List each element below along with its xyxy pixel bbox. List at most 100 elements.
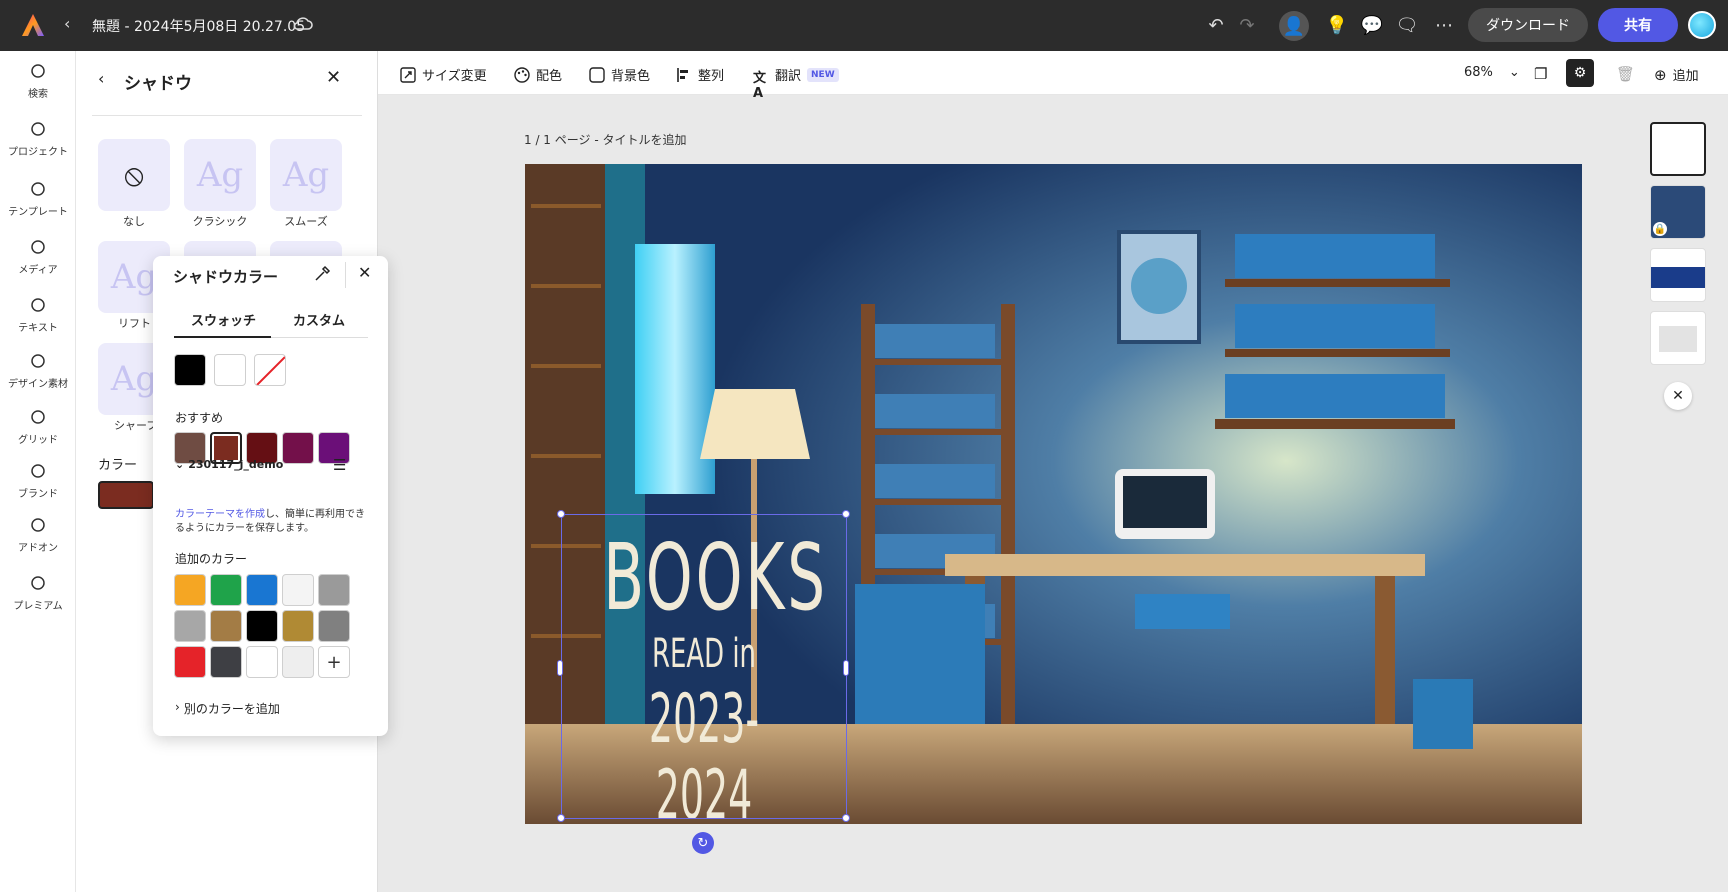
thumbnail[interactable] xyxy=(1650,122,1706,176)
extra-color-swatch[interactable] xyxy=(318,610,350,642)
shadow-smooth-tile[interactable]: Ag xyxy=(270,139,342,211)
shadow-none-tile[interactable]: ⦸ xyxy=(98,139,170,211)
popover-close-icon[interactable]: ✕ xyxy=(358,263,371,282)
resize-handle[interactable] xyxy=(557,660,563,676)
rail-item-search[interactable]: 検索 xyxy=(0,61,76,100)
top-bar: ‹ 無題 - 2024年5月08日 20.27.05 ↶ ↷ 👤 💡 💬 🗨 ⋯… xyxy=(0,0,1728,51)
rail-item-grid[interactable]: グリッド xyxy=(0,407,76,446)
add-page-button[interactable]: ⊕ 追加 xyxy=(1654,65,1699,85)
addon-icon xyxy=(28,515,48,535)
recommended-swatch[interactable] xyxy=(282,432,314,464)
rail-item-addon[interactable]: アドオン xyxy=(0,515,76,554)
extra-color-swatch[interactable] xyxy=(174,574,206,606)
background-color-button[interactable]: 背景色 xyxy=(589,65,650,84)
redo-icon[interactable]: ↷ xyxy=(1235,13,1259,37)
folder-icon xyxy=(28,119,48,139)
create-color-theme-link[interactable]: カラーテーマを作成 xyxy=(175,509,265,520)
rail-item-label: プロジェクト xyxy=(8,147,68,158)
editor-toolbar: サイズ変更 配色 背景色 整列 文A 翻訳 NEW 68% ⌄ ❐ ⚙ 🗑 ⊕ … xyxy=(378,51,1728,101)
theme-header[interactable]: ⌄ 230117_j_demo xyxy=(175,458,283,471)
rail-item-template[interactable]: テンプレート xyxy=(0,179,76,218)
extra-color-swatch[interactable] xyxy=(210,610,242,642)
rail-item-label: デザイン素材 xyxy=(8,379,68,390)
swatch-white[interactable] xyxy=(214,354,246,386)
undo-icon[interactable]: ↶ xyxy=(1204,13,1228,37)
rail-item-label: メディア xyxy=(18,265,58,276)
tab-swatch[interactable]: スウォッチ xyxy=(191,310,256,329)
arrange-icon[interactable]: ⚙ xyxy=(1566,59,1594,87)
align-button[interactable]: 整列 xyxy=(676,65,724,84)
more-options-icon[interactable]: ⋯ xyxy=(1432,13,1456,37)
rail-item-label: ブランド xyxy=(18,489,58,500)
adobe-express-logo-icon[interactable] xyxy=(20,12,46,38)
crown-icon xyxy=(28,573,48,593)
thumbnail[interactable]: 🔒 xyxy=(1650,185,1706,239)
template-icon xyxy=(28,179,48,199)
lightbulb-icon[interactable]: 💡 xyxy=(1325,13,1349,37)
list-menu-icon[interactable]: ☰ xyxy=(333,456,346,474)
extra-color-swatch[interactable] xyxy=(174,646,206,678)
page-label[interactable]: 1 / 1 ページ - タイトルを追加 xyxy=(524,131,686,148)
close-thumbnails-icon[interactable]: ✕ xyxy=(1664,382,1692,410)
rail-item-text[interactable]: テキスト xyxy=(0,295,76,334)
rail-item-label: アドオン xyxy=(18,543,58,554)
colors-button[interactable]: 配色 xyxy=(514,65,562,84)
rotate-icon[interactable]: ↻ xyxy=(692,832,714,854)
layers-icon[interactable]: ❐ xyxy=(1534,65,1547,83)
rail-item-shapes[interactable]: デザイン素材 xyxy=(0,351,76,390)
comment-icon[interactable]: 💬 xyxy=(1360,13,1384,37)
resize-button[interactable]: サイズ変更 xyxy=(400,65,487,84)
popover-title: シャドウカラー xyxy=(173,268,279,286)
extra-color-swatch[interactable] xyxy=(282,574,314,606)
swatch-black[interactable] xyxy=(174,354,206,386)
extra-color-swatch[interactable] xyxy=(282,610,314,642)
align-icon xyxy=(677,67,688,82)
eyedropper-icon[interactable] xyxy=(313,265,331,283)
add-swatch-plus-icon[interactable]: + xyxy=(318,646,350,678)
grid-icon xyxy=(28,407,48,427)
panel-back-icon[interactable]: ‹ xyxy=(98,69,104,88)
resize-handle[interactable] xyxy=(557,510,565,518)
chevron-right-icon: › xyxy=(175,700,180,714)
present-icon[interactable]: 🗨 xyxy=(1395,13,1419,37)
trash-icon[interactable]: 🗑 xyxy=(1616,65,1635,83)
rail-item-brand[interactable]: ブランド xyxy=(0,461,76,500)
zoom-dropdown[interactable]: 68% ⌄ xyxy=(1464,65,1520,80)
user-avatar[interactable] xyxy=(1688,11,1716,39)
rail-item-folder[interactable]: プロジェクト xyxy=(0,119,76,158)
extra-color-swatch[interactable] xyxy=(282,646,314,678)
document-title[interactable]: 無題 - 2024年5月08日 20.27.05 xyxy=(92,16,305,36)
extra-color-swatch[interactable] xyxy=(210,574,242,606)
shadow-classic-tile[interactable]: Ag xyxy=(184,139,256,211)
extra-color-swatch[interactable] xyxy=(246,610,278,642)
rail-item-media[interactable]: メディア xyxy=(0,237,76,276)
share-button[interactable]: 共有 xyxy=(1598,8,1678,42)
add-other-color[interactable]: › 別のカラーを追加 xyxy=(175,700,280,717)
align-label: 整列 xyxy=(698,69,725,84)
thumbnail[interactable] xyxy=(1650,248,1706,302)
resize-handle[interactable] xyxy=(557,814,565,822)
extra-color-swatch[interactable] xyxy=(210,646,242,678)
resize-handle[interactable] xyxy=(843,660,849,676)
panel-title: シャドウ xyxy=(124,74,192,94)
extra-color-swatch[interactable] xyxy=(246,646,278,678)
cloud-sync-icon xyxy=(293,17,313,30)
add-label: 追加 xyxy=(1672,69,1699,84)
translate-button[interactable]: 文A 翻訳 NEW xyxy=(753,65,839,101)
extra-color-swatch[interactable] xyxy=(174,610,206,642)
extra-color-swatch[interactable] xyxy=(246,574,278,606)
selection-box xyxy=(561,514,847,819)
back-chevron-icon[interactable]: ‹ xyxy=(64,14,70,33)
resize-handle[interactable] xyxy=(842,510,850,518)
invite-user-icon[interactable]: 👤 xyxy=(1279,11,1309,41)
thumbnail[interactable] xyxy=(1650,311,1706,365)
shadow-color-swatch[interactable] xyxy=(98,481,154,509)
panel-close-icon[interactable]: ✕ xyxy=(326,67,341,88)
rail-item-crown[interactable]: プレミアム xyxy=(0,573,76,612)
download-button[interactable]: ダウンロード xyxy=(1468,8,1588,42)
resize-handle[interactable] xyxy=(842,814,850,822)
extra-color-swatch[interactable] xyxy=(318,574,350,606)
rail-item-label: プレミアム xyxy=(13,601,63,612)
swatch-none[interactable] xyxy=(254,354,286,386)
tab-custom[interactable]: カスタム xyxy=(293,310,345,329)
